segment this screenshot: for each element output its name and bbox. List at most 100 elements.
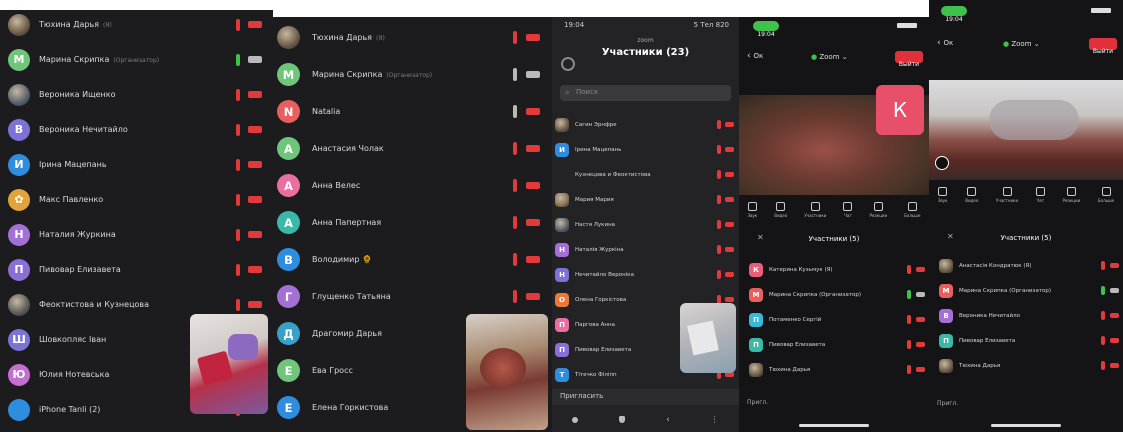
- mic-icon[interactable]: [907, 290, 911, 299]
- participant-row[interactable]: Н Наталия Журкина: [0, 217, 273, 252]
- main-video[interactable]: [929, 80, 1123, 180]
- participant-row[interactable]: П Пивовар Елизавета: [0, 252, 273, 287]
- more-icon[interactable]: ⋮: [711, 415, 719, 424]
- participant-row[interactable]: Тюхина Дарья (Я): [0, 10, 273, 42]
- video-icon[interactable]: [916, 291, 925, 298]
- mic-muted-icon[interactable]: [513, 142, 517, 155]
- participant-row[interactable]: Тюхина Дарья: [739, 357, 929, 382]
- participant-row[interactable]: Мария Мария: [552, 187, 739, 212]
- video-off-icon[interactable]: [916, 316, 925, 323]
- video-off-icon[interactable]: [916, 366, 925, 373]
- video-icon[interactable]: [526, 70, 540, 79]
- toolbar-button[interactable]: Звук: [748, 202, 757, 218]
- video-off-icon[interactable]: [248, 90, 262, 99]
- mic-muted-icon[interactable]: [717, 245, 721, 254]
- self-video-thumbnail[interactable]: [190, 314, 268, 414]
- toolbar-button[interactable]: Чат: [843, 202, 853, 218]
- video-off-icon[interactable]: [248, 125, 262, 134]
- video-off-icon[interactable]: [1110, 337, 1119, 344]
- mic-muted-icon[interactable]: [236, 228, 240, 241]
- video-off-icon[interactable]: [526, 181, 540, 190]
- participant-row[interactable]: В Вероника Нечитайло: [0, 112, 273, 147]
- shield-icon[interactable]: [619, 416, 626, 423]
- self-video-thumbnail[interactable]: [680, 303, 736, 373]
- main-video[interactable]: К: [739, 85, 929, 195]
- toolbar-button[interactable]: Реакции: [869, 202, 887, 218]
- mic-muted-icon[interactable]: [717, 145, 721, 154]
- mic-muted-icon[interactable]: [236, 298, 240, 311]
- participant-row[interactable]: Тюхина Дарья (Я): [273, 19, 552, 56]
- participant-row[interactable]: N Natalia: [273, 93, 552, 130]
- participant-row[interactable]: Настя Лукина: [552, 212, 739, 237]
- close-icon[interactable]: ✕: [947, 232, 954, 241]
- mic-muted-icon[interactable]: [236, 18, 240, 31]
- video-off-icon[interactable]: [725, 171, 734, 178]
- mic-icon[interactable]: [236, 53, 240, 66]
- mic-muted-icon[interactable]: [236, 88, 240, 101]
- toolbar-button[interactable]: Видео: [965, 187, 978, 203]
- toolbar-button[interactable]: Больше: [1098, 187, 1114, 203]
- video-icon[interactable]: [248, 55, 262, 64]
- toolbar-button[interactable]: Чат: [1035, 187, 1045, 203]
- mic-muted-icon[interactable]: [236, 158, 240, 171]
- leave-button[interactable]: Выйти: [1089, 38, 1117, 55]
- video-off-icon[interactable]: [526, 218, 540, 227]
- participant-row[interactable]: П Потаменко Сергій: [739, 307, 929, 332]
- video-icon[interactable]: [1110, 287, 1119, 294]
- mic-muted-icon[interactable]: [1101, 361, 1105, 370]
- close-icon[interactable]: ✕: [757, 233, 764, 242]
- mic-muted-icon[interactable]: [907, 340, 911, 349]
- mic-muted-icon[interactable]: [513, 179, 517, 192]
- mic-muted-icon[interactable]: [513, 253, 517, 266]
- zoom-dropdown[interactable]: ● Zoom ⌄: [811, 53, 848, 61]
- leave-button[interactable]: Выйти: [895, 51, 923, 68]
- video-off-icon[interactable]: [1110, 262, 1119, 269]
- participant-row[interactable]: М Марина Скрипка (Организатор): [0, 42, 273, 77]
- video-off-icon[interactable]: [725, 271, 734, 278]
- invite-button[interactable]: Пригласить: [552, 389, 739, 405]
- mic-icon[interactable]: [1101, 286, 1105, 295]
- video-off-icon[interactable]: [725, 246, 734, 253]
- video-off-icon[interactable]: [526, 292, 540, 301]
- participant-row[interactable]: И Ірина Мацепань: [552, 137, 739, 162]
- video-off-icon[interactable]: [526, 144, 540, 153]
- participant-row[interactable]: К Катерина Кузьмук (Я): [739, 257, 929, 282]
- participant-row[interactable]: Анастасія Кондратюк (Я): [929, 253, 1123, 278]
- mic-muted-icon[interactable]: [907, 365, 911, 374]
- participant-row[interactable]: Сагин Эрнфре: [552, 112, 739, 137]
- mic-muted-icon[interactable]: [907, 315, 911, 324]
- video-off-icon[interactable]: [1110, 362, 1119, 369]
- mic-muted-icon[interactable]: [1101, 311, 1105, 320]
- video-off-icon[interactable]: [248, 265, 262, 274]
- toolbar-button[interactable]: Участники: [996, 187, 1018, 203]
- self-video-thumbnail[interactable]: [466, 314, 548, 430]
- video-off-icon[interactable]: [248, 160, 262, 169]
- video-off-icon[interactable]: [248, 300, 262, 309]
- mic-muted-icon[interactable]: [236, 193, 240, 206]
- record-icon[interactable]: [572, 416, 579, 423]
- toolbar-button[interactable]: Участники: [804, 202, 826, 218]
- participant-row[interactable]: Н Нечитайло Вероніка: [552, 262, 739, 287]
- mic-icon[interactable]: [513, 68, 517, 81]
- video-off-icon[interactable]: [725, 296, 734, 303]
- video-off-icon[interactable]: [248, 20, 262, 29]
- mic-muted-icon[interactable]: [717, 120, 721, 129]
- participant-row[interactable]: М Марина Скрипка (Организатор): [273, 56, 552, 93]
- mic-muted-icon[interactable]: [513, 216, 517, 229]
- participant-row[interactable]: И Ірина Мацепань: [0, 147, 273, 182]
- mic-muted-icon[interactable]: [513, 290, 517, 303]
- mic-muted-icon[interactable]: [1101, 261, 1105, 270]
- toolbar-button[interactable]: Звук: [938, 187, 948, 203]
- mic-muted-icon[interactable]: [907, 265, 911, 274]
- participant-row[interactable]: Кузнецова и Феоктистова: [552, 162, 739, 187]
- invite-button[interactable]: Пригл.: [747, 399, 768, 406]
- participant-row[interactable]: Вероника Ищенко: [0, 77, 273, 112]
- participant-row[interactable]: Н Наталія Журкіна: [552, 237, 739, 262]
- toolbar-button[interactable]: Видео: [774, 202, 787, 218]
- participant-row[interactable]: Г Глущенко Татьяна: [273, 278, 552, 315]
- video-off-icon[interactable]: [526, 107, 540, 116]
- mic-muted-icon[interactable]: [717, 270, 721, 279]
- toolbar-button[interactable]: Больше: [904, 202, 920, 218]
- mic-muted-icon[interactable]: [236, 263, 240, 276]
- video-off-icon[interactable]: [725, 121, 734, 128]
